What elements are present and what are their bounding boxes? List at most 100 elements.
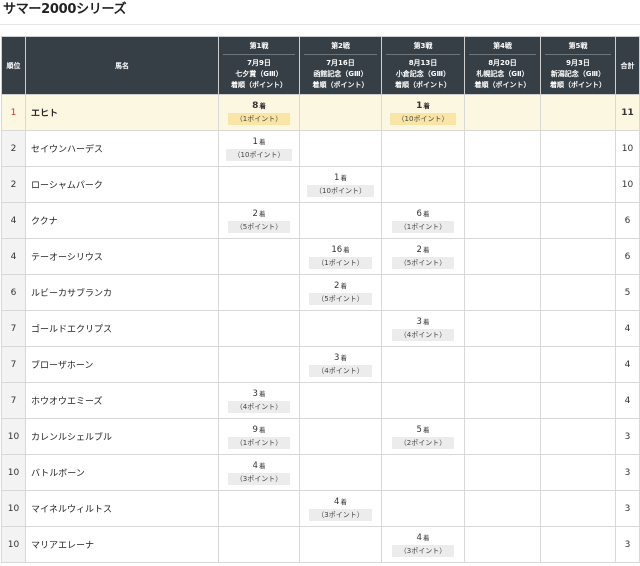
result-cell xyxy=(464,274,541,311)
horse-name-cell: カレンルシェルブル xyxy=(25,418,219,455)
result-cell xyxy=(299,526,382,563)
points-badge: （2ポイント） xyxy=(391,437,455,449)
finish-unit: 着 xyxy=(422,318,430,326)
result-cell: 4着 （3ポイント） xyxy=(381,526,465,563)
race-name: 札幌記念（GⅡ） xyxy=(476,69,529,78)
result-cell xyxy=(299,202,382,239)
points-badge: （3ポイント） xyxy=(309,509,372,521)
rank-cell: 2 xyxy=(1,130,26,167)
points-badge: （5ポイント） xyxy=(309,293,372,305)
result-cell: 5着 （2ポイント） xyxy=(381,418,465,455)
header-race: 第2戦 7月16日 函館記念（GⅢ） 着順（ポイント） xyxy=(299,36,382,95)
total-cell: 11 xyxy=(615,94,640,131)
rank-cell: 10 xyxy=(1,526,26,563)
race-name: 新潟記念（GⅢ） xyxy=(550,69,606,78)
finish-number: 8 xyxy=(252,101,259,111)
finish-unit: 着 xyxy=(259,102,266,110)
page-title: サマー2000シリーズ xyxy=(3,2,127,17)
total-cell: 5 xyxy=(615,274,640,311)
horse-name-cell: ブローザホーン xyxy=(25,346,219,383)
race-points-label: 着順（ポイント） xyxy=(474,80,531,89)
points-badge: （3ポイント） xyxy=(227,473,291,485)
total-cell: 10 xyxy=(615,166,640,203)
finish-position: 3着 xyxy=(219,388,299,400)
rank-cell: 10 xyxy=(1,418,26,455)
finish-number: 5 xyxy=(416,425,422,435)
result-cell xyxy=(540,202,616,239)
points-badge: （4ポイント） xyxy=(309,365,372,377)
finish-position: 1着 xyxy=(300,172,381,184)
result-cell xyxy=(540,310,616,347)
total-cell: 3 xyxy=(615,454,640,491)
finish-unit: 着 xyxy=(258,462,266,470)
finish-unit: 着 xyxy=(258,426,266,434)
finish-position: 1着 xyxy=(219,136,299,148)
result-cell xyxy=(218,166,300,203)
race-points-label: 着順（ポイント） xyxy=(550,80,606,89)
result-cell xyxy=(381,346,465,383)
result-cell: 2着 （5ポイント） xyxy=(299,274,382,311)
result-cell xyxy=(540,454,616,491)
horse-name-cell: テーオーシリウス xyxy=(25,238,219,275)
finish-number: 4 xyxy=(334,497,340,507)
finish-unit: 着 xyxy=(340,498,347,506)
finish-unit: 着 xyxy=(258,138,266,146)
result-cell xyxy=(540,274,616,311)
header-rank: 順位 xyxy=(1,36,26,95)
result-cell xyxy=(464,238,541,275)
header-horse-name: 馬名 xyxy=(25,36,219,95)
result-cell xyxy=(464,526,541,563)
race-points-label: 着順（ポイント） xyxy=(395,80,451,89)
rank-cell: 7 xyxy=(1,310,26,347)
race-date: 8月20日 xyxy=(488,58,517,67)
finish-unit: 着 xyxy=(340,174,347,182)
finish-number: 2 xyxy=(416,245,422,255)
rank-cell: 10 xyxy=(1,454,26,491)
finish-number: 4 xyxy=(416,533,422,543)
result-cell: 16着 （1ポイント） xyxy=(299,238,382,275)
result-cell xyxy=(464,418,541,455)
result-cell xyxy=(540,94,616,131)
finish-number: 1 xyxy=(334,173,340,183)
result-cell xyxy=(540,238,616,275)
points-badge: （1ポイント） xyxy=(227,113,291,125)
total-cell: 3 xyxy=(615,418,640,455)
rank-cell: 7 xyxy=(1,346,26,383)
table-row: 4 ククナ 2着 （5ポイント） 6着 （1ポイント） 6 xyxy=(1,202,640,239)
result-cell xyxy=(464,382,541,419)
finish-number: 6 xyxy=(416,209,422,219)
horse-name-cell: ルビーカサブランカ xyxy=(25,274,219,311)
result-cell xyxy=(218,346,300,383)
finish-position: 16着 xyxy=(300,244,381,256)
result-cell xyxy=(381,382,465,419)
result-cell: 2着 （5ポイント） xyxy=(218,202,300,239)
total-cell: 3 xyxy=(615,526,640,563)
points-badge: （10ポイント） xyxy=(225,149,293,161)
finish-number: 9 xyxy=(252,425,258,435)
result-cell xyxy=(381,490,465,527)
race-number: 第4戦 xyxy=(469,41,536,55)
horse-name-cell: マリアエレーナ xyxy=(25,526,219,563)
total-cell: 10 xyxy=(615,130,640,167)
finish-unit: 着 xyxy=(343,246,350,254)
result-cell xyxy=(299,130,382,167)
points-badge: （5ポイント） xyxy=(227,221,291,233)
result-cell xyxy=(218,310,300,347)
finish-unit: 着 xyxy=(422,210,430,218)
result-cell xyxy=(381,130,465,167)
finish-position: 3着 xyxy=(382,316,464,328)
table-row: 7 ゴールドエクリプス 3着 （4ポイント） 4 xyxy=(1,310,640,347)
race-number: 第1戦 xyxy=(223,41,295,55)
finish-position: 1着 xyxy=(382,100,464,112)
result-cell xyxy=(381,454,465,491)
finish-number: 3 xyxy=(252,389,258,399)
finish-unit: 着 xyxy=(340,354,347,362)
result-cell xyxy=(540,130,616,167)
result-cell xyxy=(540,418,616,455)
result-cell xyxy=(540,166,616,203)
header-total: 合計 xyxy=(615,36,640,95)
total-cell: 4 xyxy=(615,310,640,347)
points-badge: （10ポイント） xyxy=(389,113,457,125)
rank-cell: 7 xyxy=(1,382,26,419)
result-cell xyxy=(540,382,616,419)
